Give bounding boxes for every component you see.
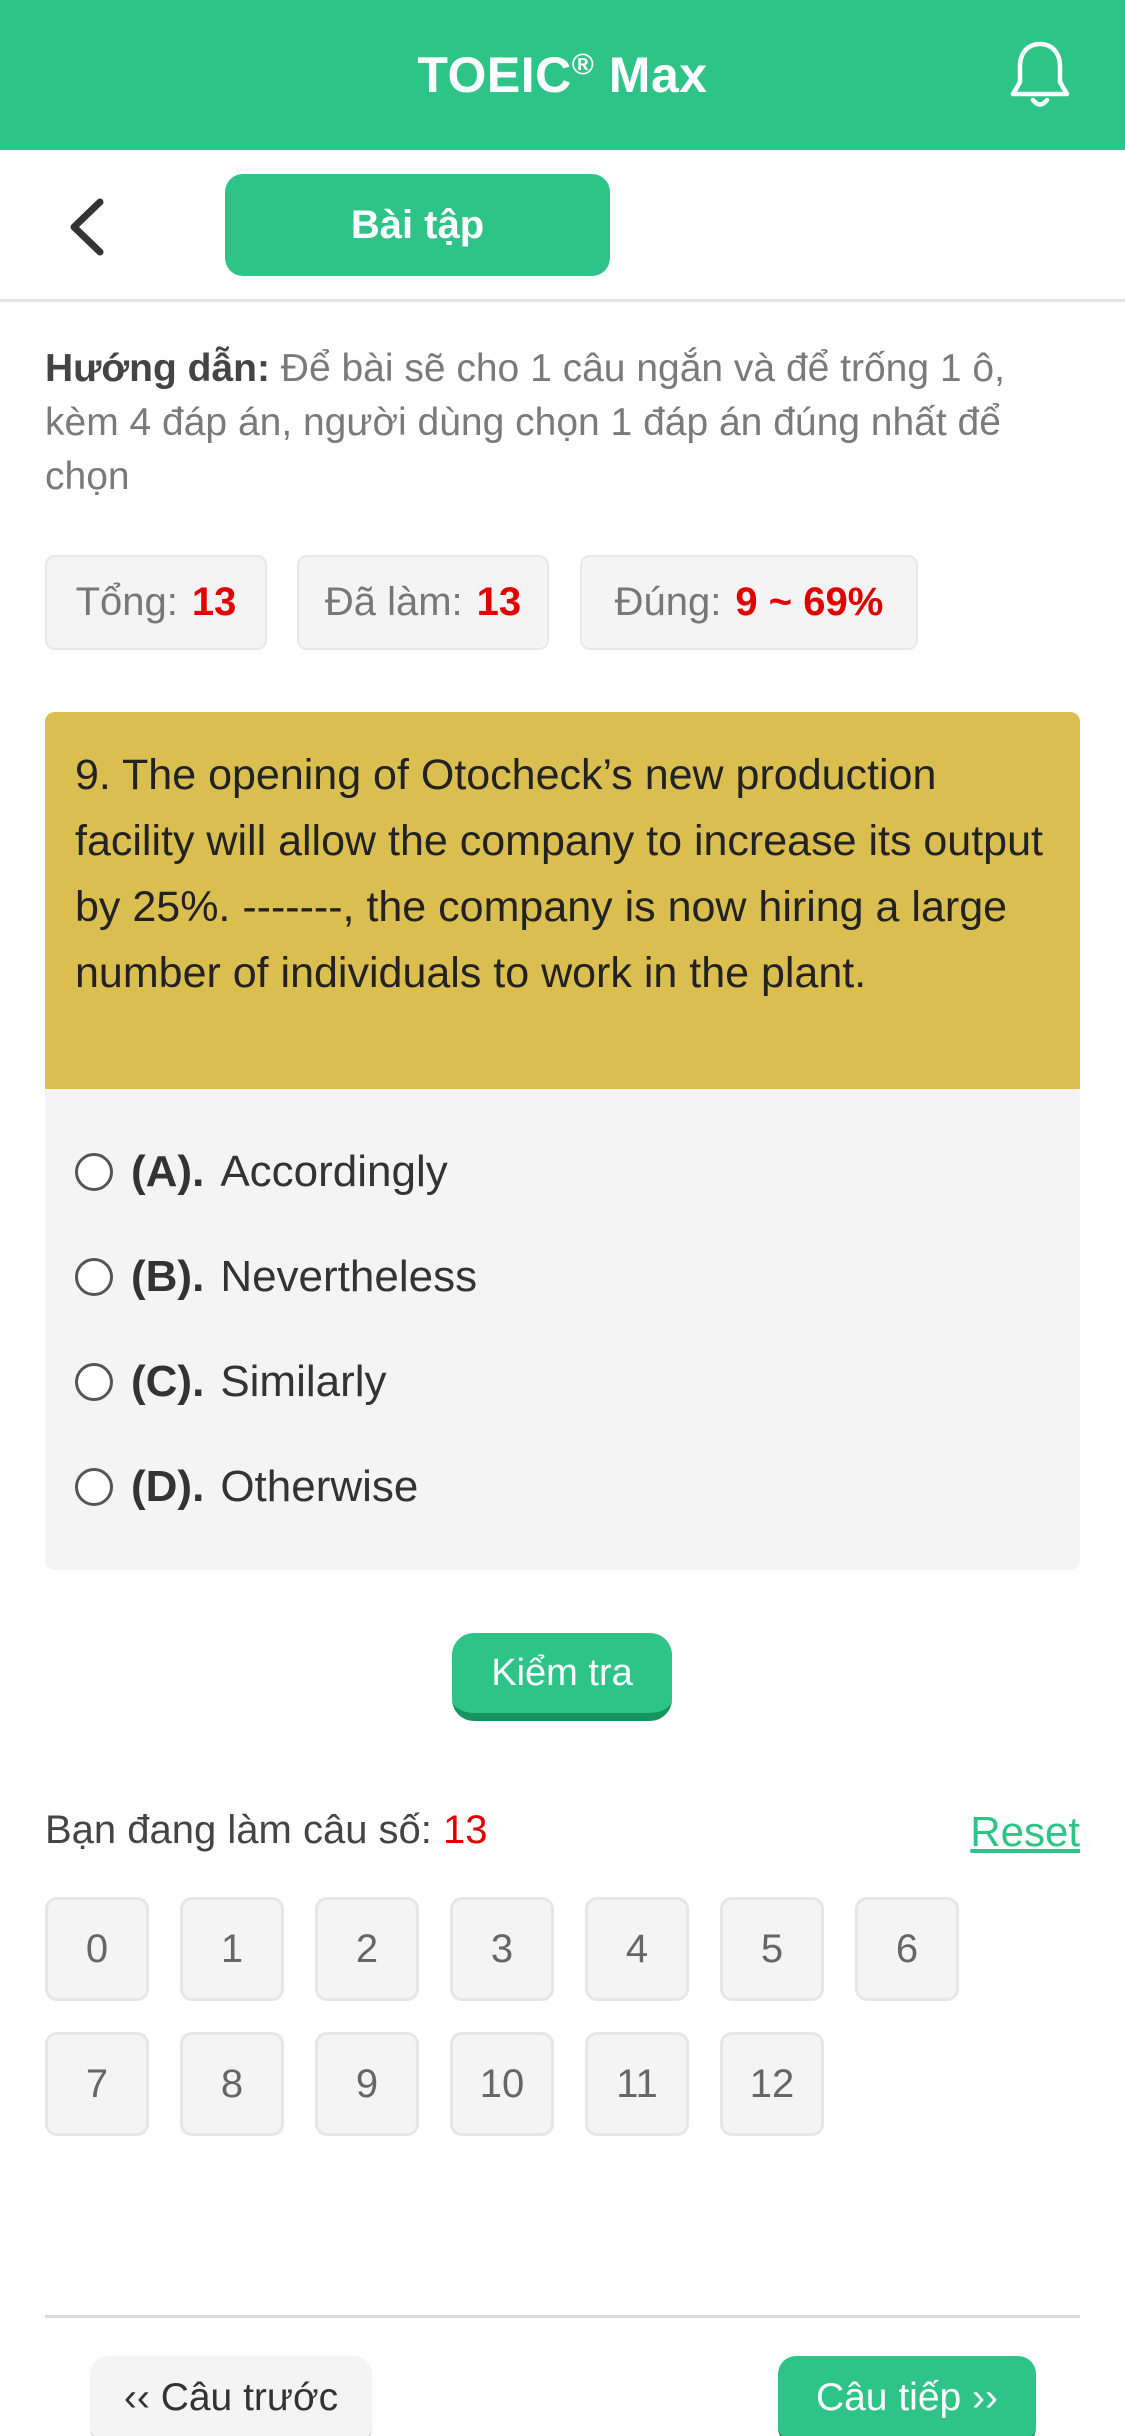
bell-icon[interactable] [1007,38,1073,112]
previous-question-button[interactable]: ‹‹ Câu trước [90,2356,372,2436]
reset-link[interactable]: Reset [970,1808,1080,1856]
stat-total: Tổng: 13 [45,555,267,650]
progress-row: Bạn đang làm câu số: 13 Reset [45,1808,1080,1868]
back-arrow-icon[interactable] [62,192,112,262]
question-number-button[interactable]: 7 [45,2032,149,2136]
sub-header: Bài tập [0,150,1125,302]
current-question-number: 13 [443,1808,488,1852]
tab-exercise[interactable]: Bài tập [225,174,610,276]
footer-divider [45,2315,1080,2318]
app-header: TOEIC® Max [0,0,1125,150]
check-button[interactable]: Kiểm tra [452,1633,672,1721]
radio-button[interactable] [75,1258,113,1296]
option-a[interactable]: (A). Accordingly [75,1132,448,1212]
stat-correct: Đúng: 9 ~ 69% [580,555,918,650]
app-title: TOEIC® Max [417,47,708,103]
radio-button[interactable] [75,1153,113,1191]
question-number-button[interactable]: 1 [180,1897,284,2001]
option-b[interactable]: (B). Nevertheless [75,1237,477,1317]
radio-button[interactable] [75,1363,113,1401]
question-number-button[interactable]: 9 [315,2032,419,2136]
question-number-button[interactable]: 6 [855,1897,959,2001]
question-number-button[interactable]: 10 [450,2032,554,2136]
option-d[interactable]: (D). Otherwise [75,1447,418,1527]
question-number-button[interactable]: 4 [585,1897,689,2001]
instruction: Hướng dẫn: Để bài sẽ cho 1 câu ngắn và đ… [45,347,1005,498]
next-question-button[interactable]: Câu tiếp ›› [778,2356,1036,2436]
question-number-button[interactable]: 3 [450,1897,554,2001]
stat-done: Đã làm: 13 [297,555,549,650]
question-number-button[interactable]: 12 [720,2032,824,2136]
question-number-button[interactable]: 2 [315,1897,419,2001]
question-number-button[interactable]: 0 [45,1897,149,2001]
question-number-button[interactable]: 5 [720,1897,824,2001]
question-card: 9. The opening of Otocheck’s new product… [45,712,1080,1570]
question-text: 9. The opening of Otocheck’s new product… [45,712,1080,1089]
question-number-button[interactable]: 11 [585,2032,689,2136]
progress-label: Bạn đang làm câu số: [45,1808,444,1852]
radio-button[interactable] [75,1468,113,1506]
question-number-button[interactable]: 8 [180,2032,284,2136]
option-c[interactable]: (C). Similarly [75,1342,387,1422]
